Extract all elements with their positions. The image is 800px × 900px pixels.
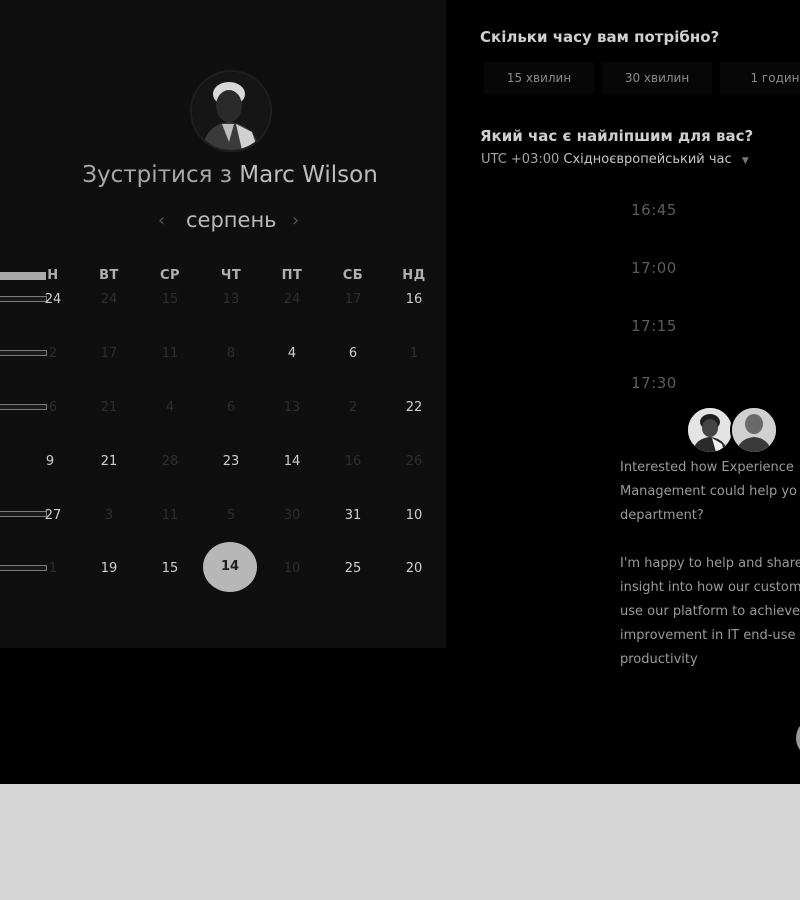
calendar-day: 3 xyxy=(104,508,114,523)
calendar-day: 5 xyxy=(226,508,236,523)
calendar-day: 21 xyxy=(100,400,118,415)
calendar-day: 11 xyxy=(161,508,179,523)
chat-avatar-2 xyxy=(730,406,778,454)
calendar-day: 24 xyxy=(100,292,118,307)
calendar-day: 1 xyxy=(409,346,419,361)
calendar-day[interactable]: 27 xyxy=(33,508,73,523)
host-name: Marc Wilson xyxy=(239,162,378,188)
duration-option-15[interactable]: 15 хвилин xyxy=(484,62,594,94)
calendar-day[interactable]: 16 xyxy=(394,292,434,307)
weekday-header: ЧТ xyxy=(220,268,242,283)
calendar-day: 11 xyxy=(161,346,179,361)
weekday-header: НД xyxy=(402,268,426,283)
chat-message-line: improvement in IT end-use xyxy=(620,628,796,643)
calendar-panel: Зустрітися з Marc Wilson ‹ серпень › Н В… xyxy=(0,0,446,648)
chat-avatar-1 xyxy=(686,406,734,454)
month-navigator: ‹ серпень › xyxy=(150,208,310,238)
calendar-day[interactable]: 9 xyxy=(30,454,70,469)
calendar-day[interactable]: 25 xyxy=(333,561,373,576)
chat-launcher-icon[interactable] xyxy=(796,718,800,758)
calendar-day: 6 xyxy=(48,400,58,415)
calendar-day: 2 xyxy=(348,400,358,415)
calendar-day: 30 xyxy=(283,508,301,523)
chat-message-line: insight into how our custom xyxy=(620,580,800,595)
calendar-day[interactable]: 23 xyxy=(211,454,251,469)
calendar-day: 1 xyxy=(48,561,58,576)
host-avatar xyxy=(190,70,272,152)
calendar-day[interactable]: 21 xyxy=(89,454,129,469)
chevron-right-icon[interactable]: › xyxy=(292,210,299,231)
timezone-select[interactable]: UTC +03:00 Східноєвропейський час ▼ xyxy=(481,152,749,167)
page-title: Зустрітися з Marc Wilson xyxy=(0,162,460,188)
weekday-header: СР xyxy=(159,268,181,283)
chat-message-line: Management could help yo xyxy=(620,484,797,499)
calendar-day: 8 xyxy=(226,346,236,361)
calendar-day[interactable]: 22 xyxy=(394,400,434,415)
weekday-header: ПТ xyxy=(281,268,303,283)
calendar-day[interactable]: 6 xyxy=(333,346,373,361)
calendar-day[interactable]: 31 xyxy=(333,508,373,523)
weekday-header: Н xyxy=(47,268,59,283)
month-label: серпень xyxy=(186,208,277,232)
calendar-day[interactable]: 10 xyxy=(394,508,434,523)
calendar-day: 17 xyxy=(100,346,118,361)
calendar-day: 26 xyxy=(405,454,423,469)
calendar-day: 2 xyxy=(48,346,58,361)
chat-message-line: Interested how Experience xyxy=(620,460,794,475)
time-slot[interactable]: 17:15 xyxy=(600,306,708,346)
calendar-day[interactable]: 19 xyxy=(89,561,129,576)
chat-message-line: I'm happy to help and share xyxy=(620,556,800,571)
chat-message-line: productivity xyxy=(620,652,698,667)
time-slot[interactable]: 17:00 xyxy=(600,248,708,288)
calendar-day: 24 xyxy=(283,292,301,307)
weekday-header: ВТ xyxy=(99,268,119,283)
calendar-day[interactable]: 14 xyxy=(272,454,312,469)
time-slot[interactable]: 16:45 xyxy=(600,190,708,230)
calendar-day: 10 xyxy=(283,561,301,576)
calendar-day: 28 xyxy=(161,454,179,469)
calendar-day[interactable]: 20 xyxy=(394,561,434,576)
calendar-day: 17 xyxy=(344,292,362,307)
duration-option-30[interactable]: 30 хвилин xyxy=(602,62,712,94)
calendar-day: 13 xyxy=(283,400,301,415)
calendar-day: 4 xyxy=(165,400,175,415)
scheduler-app: Зустрітися з Marc Wilson ‹ серпень › Н В… xyxy=(0,0,800,784)
person-avatar-icon xyxy=(192,72,270,150)
timezone-offset: UTC +03:00 xyxy=(481,152,560,167)
calendar-day[interactable]: 24 xyxy=(33,292,73,307)
calendar-day-selected[interactable]: 14 xyxy=(203,542,257,592)
duration-question: Скільки часу вам потрібно? xyxy=(480,28,720,46)
chat-message-line: use our platform to achieve xyxy=(620,604,800,619)
team-avatar-icon xyxy=(732,408,776,452)
title-prefix: Зустрітися з xyxy=(82,162,232,188)
timezone-name: Східноєвропейський час xyxy=(563,152,732,167)
calendar-day: 16 xyxy=(344,454,362,469)
chat-message-line: department? xyxy=(620,508,704,523)
calendar-day[interactable]: 4 xyxy=(272,346,312,361)
calendar-day[interactable]: 15 xyxy=(150,561,190,576)
calendar-day: 13 xyxy=(222,292,240,307)
caret-down-icon: ▼ xyxy=(741,156,749,166)
calendar-day: 6 xyxy=(226,400,236,415)
duration-option-60[interactable]: 1 годин xyxy=(720,62,800,94)
time-slot[interactable]: 17:30 xyxy=(600,363,708,403)
time-question: Який час є найліпшим для вас? xyxy=(480,127,754,145)
chevron-left-icon[interactable]: ‹ xyxy=(158,210,165,231)
person-avatar-icon xyxy=(688,408,732,452)
calendar-day: 15 xyxy=(161,292,179,307)
weekday-header: СБ xyxy=(342,268,364,283)
